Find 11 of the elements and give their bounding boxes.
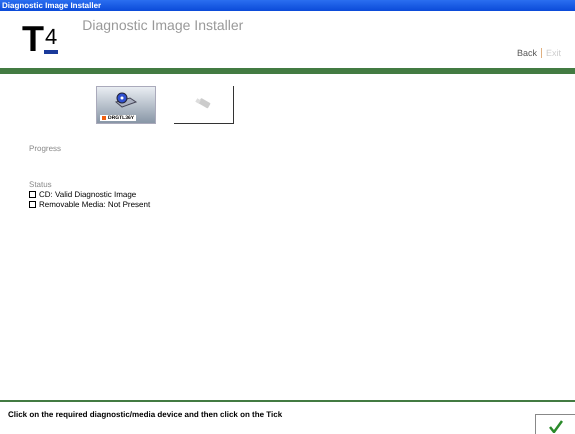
status-text: Removable Media: Not Present <box>39 200 150 209</box>
status-label: Status <box>29 180 53 189</box>
progress-label: Progress <box>29 144 62 153</box>
status-text: CD: Valid Diagnostic Image <box>39 190 136 199</box>
checkmark-icon <box>548 420 562 433</box>
instruction-text: Click on the required diagnostic/media device and then click on the Tick <box>8 410 282 421</box>
disk-drive-icon <box>114 92 138 110</box>
page-title: Diagnostic Image Installer <box>82 17 244 35</box>
tick-button[interactable] <box>535 414 575 434</box>
window-title: Diagnostic Image Installer <box>2 1 102 10</box>
nav-link[interactable]: Back <box>512 48 541 58</box>
